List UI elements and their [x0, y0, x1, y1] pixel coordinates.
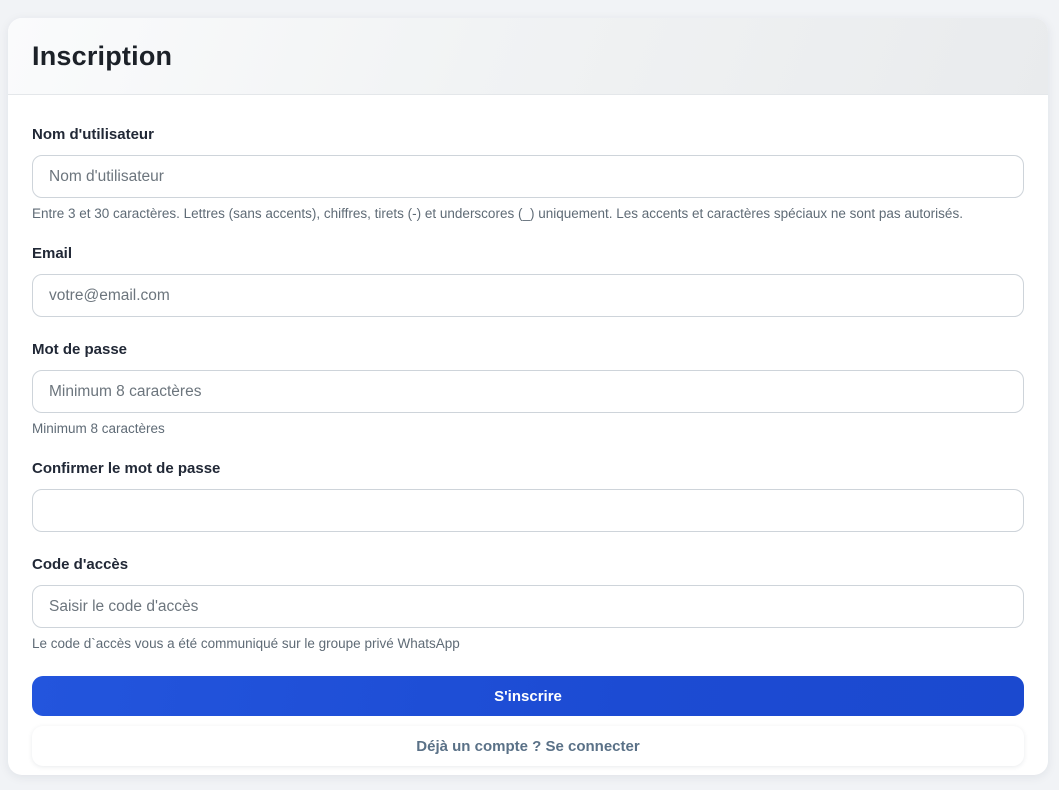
form-group-confirm-password: Confirmer le mot de passe: [32, 460, 1024, 532]
signup-form: Nom d'utilisateur Entre 3 et 30 caractèr…: [8, 95, 1048, 775]
access-code-input[interactable]: [32, 585, 1024, 628]
form-group-email: Email: [32, 245, 1024, 317]
form-group-username: Nom d'utilisateur Entre 3 et 30 caractèr…: [32, 126, 1024, 221]
login-link-button[interactable]: Déjà un compte ? Se connecter: [32, 726, 1024, 766]
access-code-helper: Le code d`accès vous a été communiqué su…: [32, 636, 1024, 651]
signup-button[interactable]: S'inscrire: [32, 676, 1024, 716]
password-helper: Minimum 8 caractères: [32, 421, 1024, 436]
signup-card: Inscription Nom d'utilisateur Entre 3 et…: [8, 18, 1048, 775]
form-group-access-code: Code d'accès Le code d`accès vous a été …: [32, 556, 1024, 651]
access-code-label: Code d'accès: [32, 556, 1024, 573]
password-label: Mot de passe: [32, 341, 1024, 358]
email-label: Email: [32, 245, 1024, 262]
username-input[interactable]: [32, 155, 1024, 198]
form-group-password: Mot de passe Minimum 8 caractères: [32, 341, 1024, 436]
username-helper: Entre 3 et 30 caractères. Lettres (sans …: [32, 206, 1024, 221]
confirm-password-input[interactable]: [32, 489, 1024, 532]
page-title: Inscription: [32, 41, 172, 72]
confirm-password-label: Confirmer le mot de passe: [32, 460, 1024, 477]
password-input[interactable]: [32, 370, 1024, 413]
username-label: Nom d'utilisateur: [32, 126, 1024, 143]
card-header: Inscription: [8, 18, 1048, 95]
email-input[interactable]: [32, 274, 1024, 317]
